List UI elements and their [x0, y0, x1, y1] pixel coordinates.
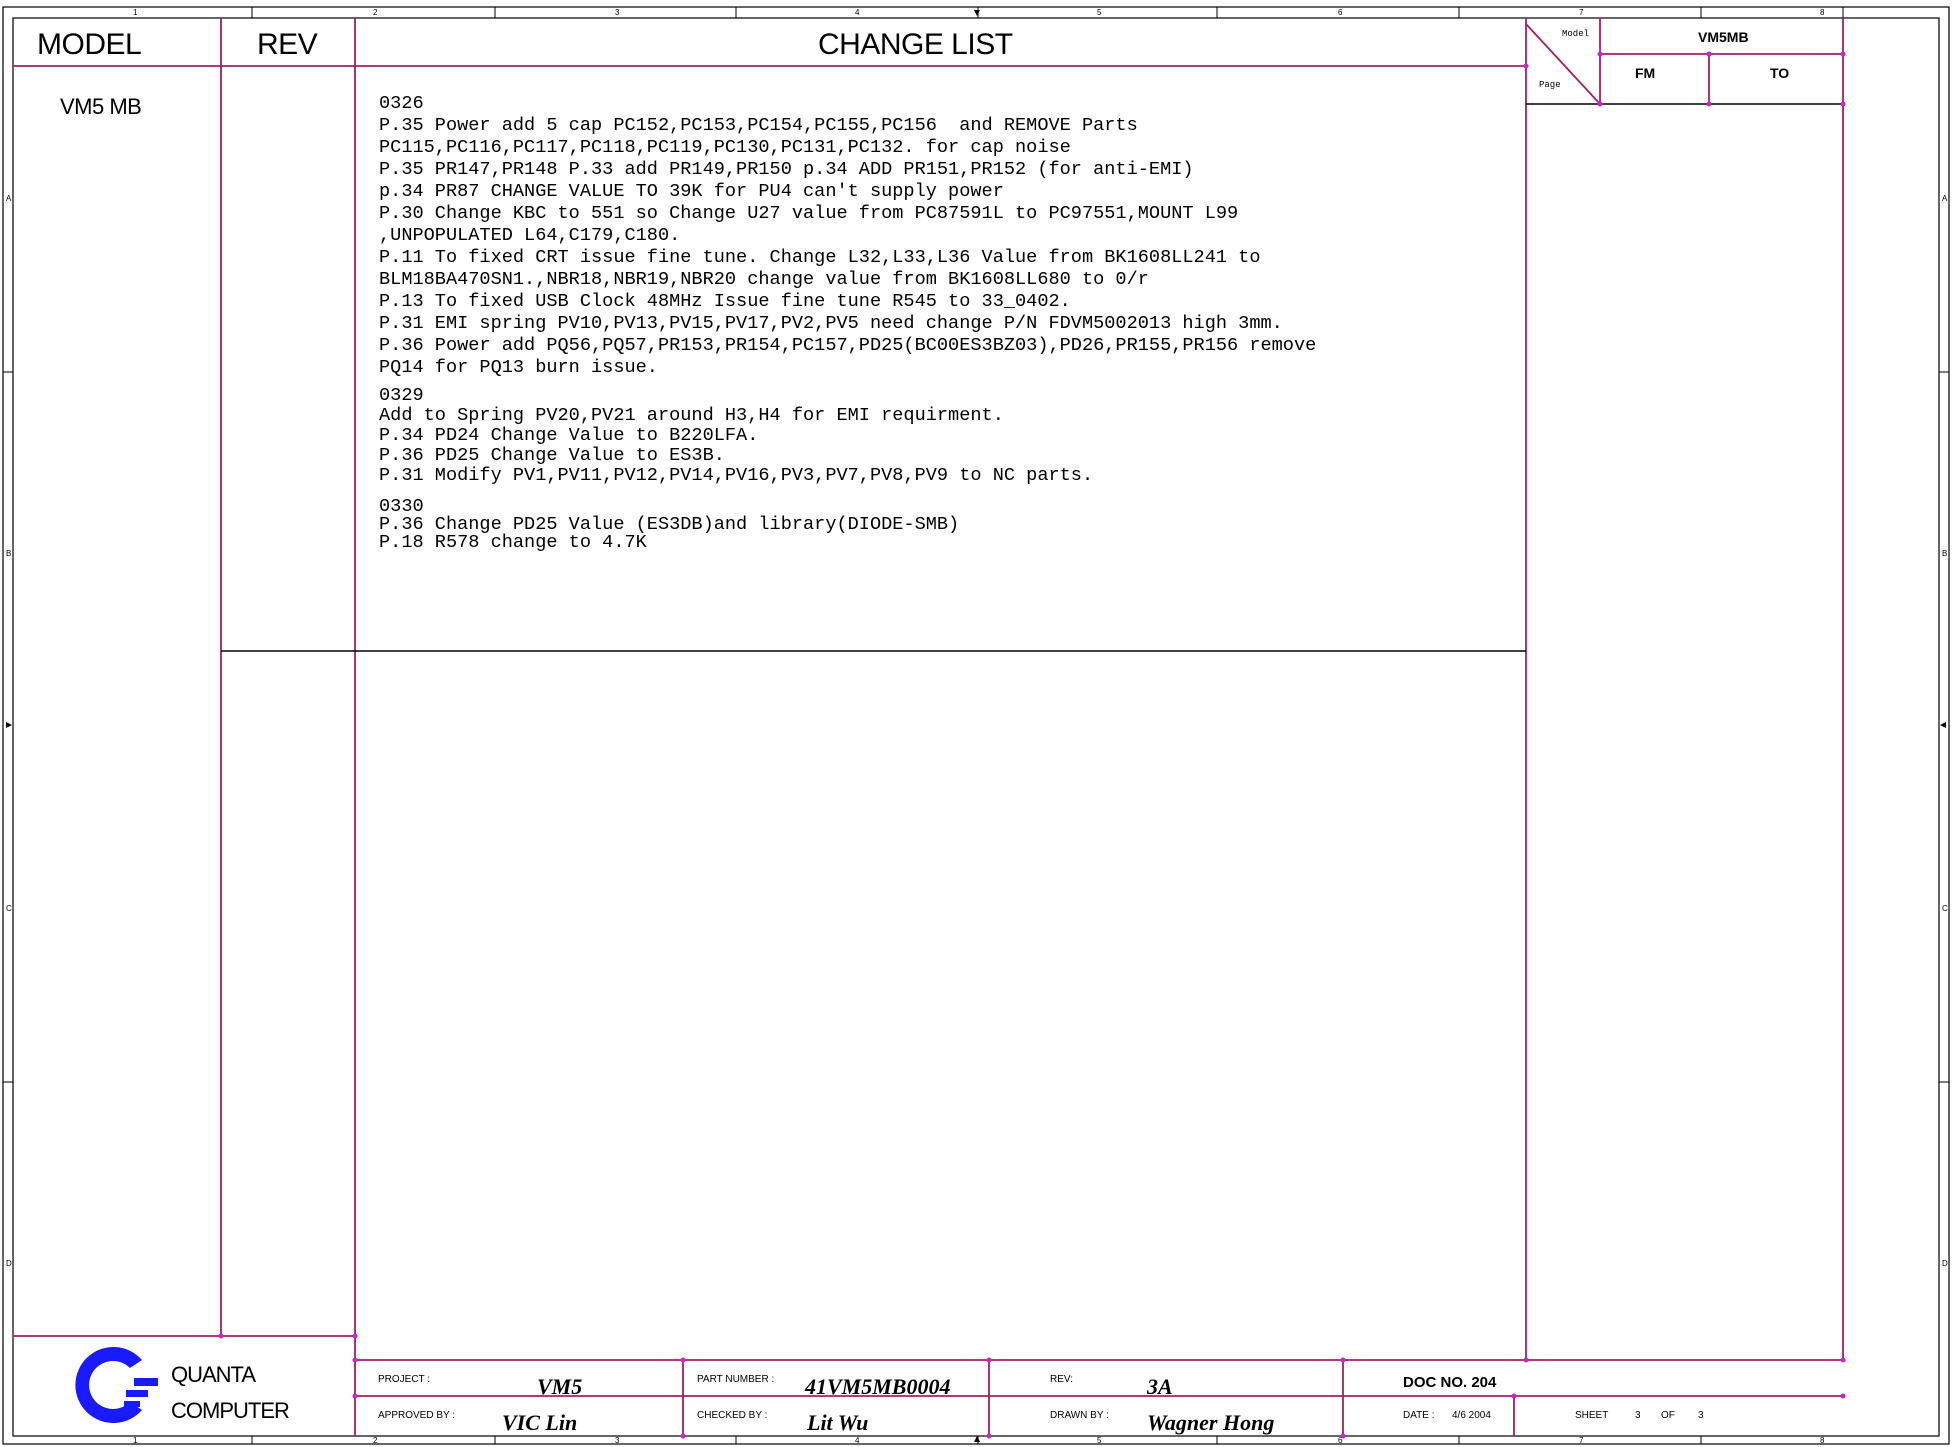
corner-page-label: Page	[1539, 80, 1561, 90]
zone-col-7-bottom: 7	[1579, 1436, 1584, 1445]
change-date-0329: 0329	[379, 385, 424, 406]
change-line: P.30 Change KBC to 551 so Change U27 val…	[379, 203, 1239, 224]
zone-row-c-right: C	[1942, 904, 1948, 913]
zone-col-1-top: 1	[133, 8, 138, 17]
zone-col-2-top: 2	[373, 8, 378, 17]
change-line: P.31 Modify PV1,PV11,PV12,PV14,PV16,PV3,…	[379, 465, 1094, 486]
model-value: VM5 MB	[60, 94, 142, 119]
zone-col-3-top: 3	[615, 8, 620, 17]
change-line: P.35 Power add 5 cap PC152,PC153,PC154,P…	[379, 115, 1138, 136]
change-line: p.34 PR87 CHANGE VALUE TO 39K for PU4 ca…	[379, 181, 1004, 202]
rev-header: REV	[257, 28, 318, 61]
zone-col-6-bottom: 6	[1338, 1436, 1343, 1445]
model-header: MODEL	[37, 28, 142, 61]
change-line: P.36 PD25 Change Value to ES3B.	[379, 445, 725, 466]
change-line: PC115,PC116,PC117,PC118,PC119,PC130,PC13…	[379, 137, 1071, 158]
change-line: PQ14 for PQ13 burn issue.	[379, 357, 658, 378]
change-line: P.18 R578 change to 4.7K	[379, 532, 647, 553]
company-name-line2: COMPUTER	[171, 1398, 290, 1423]
zone-col-5-bottom: 5	[1097, 1436, 1102, 1445]
zone-row-d-right: D	[1942, 1259, 1948, 1268]
drawn-by-value: Wagner Hong	[1147, 1410, 1275, 1435]
change-line: P.36 Power add PQ56,PQ57,PR153,PR154,PC1…	[379, 335, 1317, 356]
zone-col-4-top: 4	[855, 8, 860, 17]
corner-to-label: TO	[1770, 65, 1790, 81]
sheet-number: 3	[1635, 1410, 1641, 1421]
zone-row-d-left: D	[6, 1259, 12, 1268]
zone-row-b-left: B	[6, 549, 12, 558]
zone-col-5-top: 5	[1097, 8, 1102, 17]
zone-col-8-top: 8	[1820, 8, 1825, 17]
zone-col-8-bottom: 8	[1820, 1436, 1825, 1445]
part-number-value: 41VM5MB0004	[805, 1374, 951, 1399]
zone-row-b-right: B	[1942, 549, 1948, 558]
date-label: DATE :	[1403, 1410, 1435, 1421]
checked-by-label: CHECKED BY :	[697, 1410, 768, 1421]
sheet-total: 3	[1698, 1410, 1704, 1421]
zone-col-4-bottom: 4	[855, 1436, 860, 1445]
change-line: P.31 EMI spring PV10,PV13,PV15,PV17,PV2,…	[379, 313, 1283, 334]
corner-model-value: VM5MB	[1698, 29, 1749, 45]
zone-col-1-bottom: 1	[133, 1436, 138, 1445]
checked-by-value: Lit Wu	[807, 1410, 869, 1435]
zone-col-2-bottom: 2	[373, 1436, 378, 1445]
doc-number: DOC NO. 204	[1403, 1374, 1497, 1391]
part-number-label: PART NUMBER :	[697, 1374, 775, 1385]
change-line: ,UNPOPULATED L64,C179,C180.	[379, 225, 681, 246]
corner-fm-label: FM	[1635, 65, 1656, 81]
of-label: OF	[1661, 1410, 1675, 1421]
zone-row-a-right: A	[1942, 194, 1948, 203]
zone-row-c-left: C	[6, 904, 12, 913]
drawn-by-label: DRAWN BY :	[1050, 1410, 1109, 1421]
zone-col-6-top: 6	[1338, 8, 1343, 17]
project-label: PROJECT :	[378, 1374, 431, 1385]
zone-col-3-bottom: 3	[615, 1436, 620, 1445]
change-line: BLM18BA470SN1.,NBR18,NBR19,NBR20 change …	[379, 269, 1149, 290]
change-line: P.13 To fixed USB Clock 48MHz Issue fine…	[379, 291, 1071, 312]
change-line: P.11 To fixed CRT issue fine tune. Chang…	[379, 247, 1261, 268]
change-line: P.35 PR147,PR148 P.33 add PR149,PR150 p.…	[379, 159, 1194, 180]
company-name-line1: QUANTA	[171, 1362, 256, 1387]
zone-col-7-top: 7	[1579, 8, 1584, 17]
approved-by-label: APPROVED BY :	[378, 1410, 456, 1421]
corner-model-label: Model	[1562, 29, 1590, 39]
change-line: Add to Spring PV20,PV21 around H3,H4 for…	[379, 405, 1004, 426]
rev-value: 3A	[1147, 1374, 1173, 1399]
quanta-logo-icon	[75, 1347, 158, 1423]
date-value: 4/6 2004	[1452, 1410, 1491, 1421]
approved-by-value: VIC Lin	[502, 1410, 578, 1435]
project-value: VM5	[537, 1374, 583, 1399]
change-date-0326: 0326	[379, 93, 424, 114]
change-line: P.34 PD24 Change Value to B220LFA.	[379, 425, 759, 446]
change-list-title: CHANGE LIST	[818, 28, 1013, 61]
rev-label: REV:	[1050, 1374, 1073, 1385]
zone-row-a-left: A	[6, 194, 12, 203]
sheet-label: SHEET	[1575, 1410, 1609, 1421]
